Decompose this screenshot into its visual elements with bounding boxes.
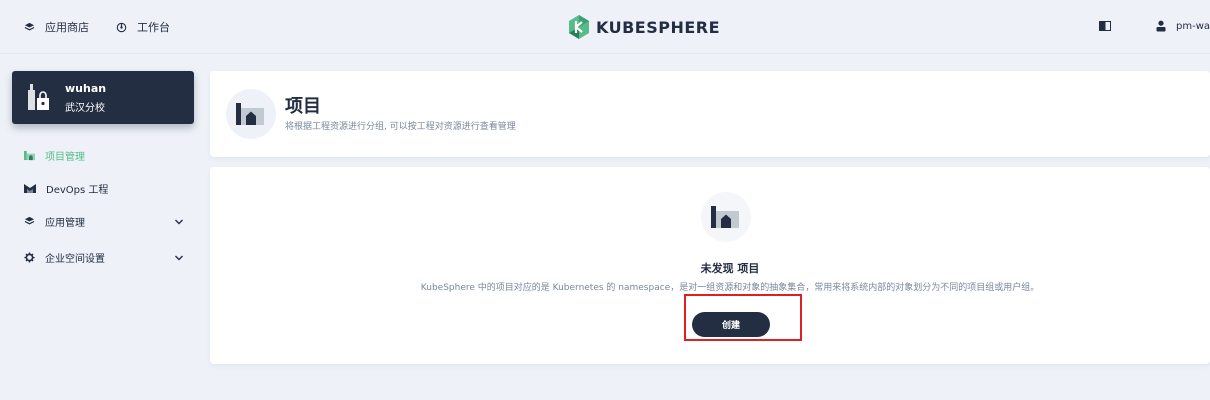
devops-icon: [24, 184, 36, 193]
workspace-name: wuhan: [65, 82, 107, 95]
empty-icon-wrap: [701, 192, 751, 242]
top-header: 应用商店 工作台 KUBESPHERE pm-war: [0, 0, 1210, 54]
nav-workbench-label: 工作台: [137, 21, 170, 34]
sidebar-item-projects[interactable]: 项目管理: [24, 148, 184, 163]
highlight-annotation: [684, 294, 802, 341]
sidebar-item-label: 企业空间设置: [45, 254, 105, 265]
nav-app-store-label: 应用商店: [45, 21, 89, 34]
document-icon[interactable]: [1099, 21, 1111, 31]
kubesphere-logo[interactable]: KUBESPHERE: [568, 15, 720, 39]
user-icon: [1156, 20, 1166, 32]
gear-icon: [24, 252, 35, 263]
chevron-down-icon[interactable]: [174, 253, 184, 263]
project-icon: [24, 150, 35, 161]
empty-state-description: KubeSphere 中的项目对应的是 Kubernetes 的 namespa…: [420, 283, 1040, 293]
chevron-down-icon[interactable]: [174, 217, 184, 227]
workspace-icon: [28, 84, 49, 110]
logo-text: KUBESPHERE: [596, 17, 721, 37]
project-icon: [236, 103, 264, 125]
workspace-description: 武汉分校: [65, 103, 105, 114]
empty-state-title: 未发现 项目: [700, 262, 760, 275]
user-menu[interactable]: pm-war: [1156, 20, 1210, 32]
workspace-card[interactable]: wuhan 武汉分校: [12, 71, 194, 124]
user-name: pm-war: [1176, 20, 1210, 32]
sidebar-item-devops[interactable]: DevOps 工程: [24, 181, 184, 196]
kubesphere-logo-icon: [569, 15, 589, 39]
stack-icon: [24, 216, 35, 225]
sidebar-item-app-management[interactable]: 应用管理: [24, 214, 184, 229]
project-icon: [711, 206, 739, 228]
banner-icon-wrap: [226, 89, 276, 139]
sidebar-item-label: DevOps 工程: [46, 185, 109, 196]
dashboard-icon: [116, 22, 127, 32]
page-description: 将根据工程资源进行分组, 可以按工程对资源进行查看管理: [285, 122, 516, 132]
page-banner: 项目 将根据工程资源进行分组, 可以按工程对资源进行查看管理: [210, 71, 1210, 157]
nav-workbench[interactable]: 工作台: [116, 19, 170, 35]
sidebar-item-workspace-settings[interactable]: 企业空间设置: [24, 250, 184, 265]
sidebar-item-label: 项目管理: [45, 152, 85, 163]
page-title: 项目: [285, 96, 321, 117]
stack-icon: [24, 22, 35, 30]
sidebar-item-label: 应用管理: [45, 218, 85, 229]
nav-app-store[interactable]: 应用商店: [24, 19, 89, 35]
